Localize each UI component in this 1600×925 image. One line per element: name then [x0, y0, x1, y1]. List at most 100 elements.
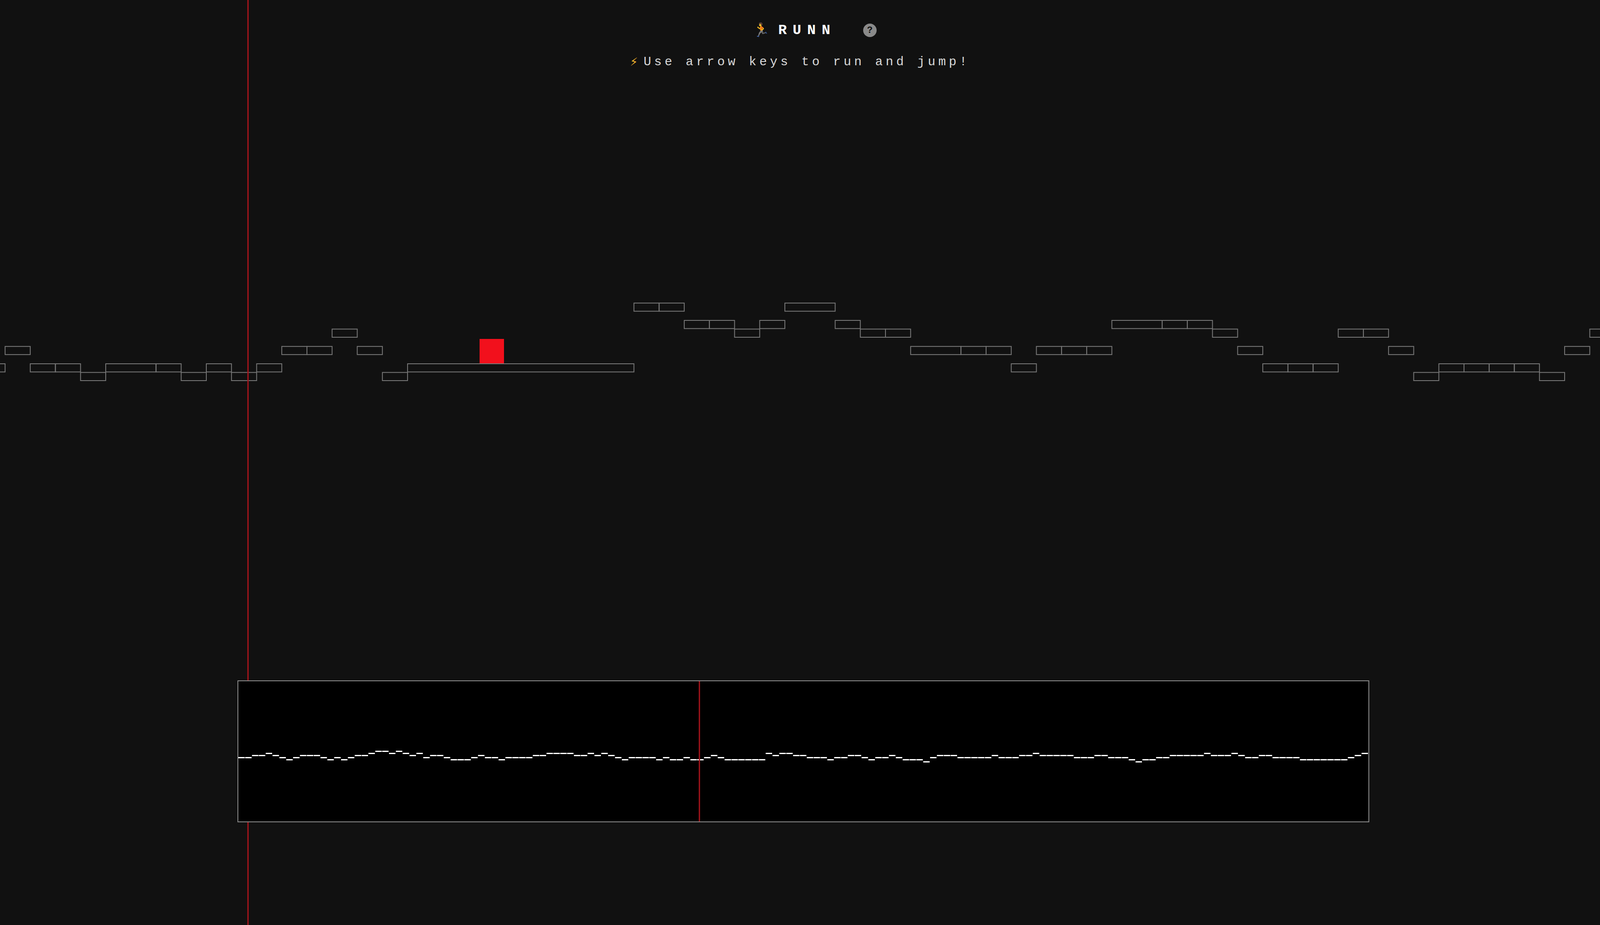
platform: [1237, 346, 1263, 355]
minimap-segment: [943, 754, 950, 757]
platform: [1112, 320, 1163, 329]
minimap-segment: [635, 757, 642, 759]
minimap-segment: [978, 757, 985, 759]
minimap-segment: [1114, 757, 1122, 759]
minimap-segment: [1361, 752, 1368, 755]
minimap-segment: [1265, 754, 1272, 757]
runner-icon: 🏃: [752, 21, 770, 39]
header: 🏃RUNN?⚡Use arrow keys to run and jump!: [629, 0, 970, 70]
minimap-segment: [553, 752, 560, 755]
minimap-segment: [984, 757, 992, 759]
platform: [1288, 363, 1314, 372]
player: [479, 338, 504, 364]
minimap-segment: [848, 754, 855, 757]
platform: [1438, 363, 1464, 372]
minimap-segment: [306, 754, 314, 757]
help-button[interactable]: ?: [863, 23, 877, 38]
minimap-segment: [416, 752, 423, 755]
minimap-segment: [779, 752, 786, 755]
minimap-segment: [710, 754, 718, 757]
platform: [634, 303, 660, 312]
minimap-marker: [698, 681, 701, 822]
minimap-segment: [909, 759, 916, 761]
platform: [684, 320, 710, 329]
minimap-segment: [1238, 754, 1245, 757]
minimap-segment: [471, 757, 478, 759]
platform: [357, 346, 383, 355]
minimap-segment: [1039, 754, 1046, 757]
minimap-segment: [1005, 757, 1012, 759]
minimap-segment: [1210, 754, 1218, 757]
minimap-segment: [916, 759, 923, 761]
minimap-segment: [971, 757, 978, 759]
minimap: [237, 680, 1370, 823]
minimap-segment: [1162, 757, 1170, 759]
platform: [231, 372, 257, 381]
minimap-segment: [1245, 757, 1252, 759]
minimap-segment: [382, 750, 389, 752]
minimap-segment: [861, 757, 868, 759]
minimap-segment: [457, 759, 464, 761]
minimap-segment: [1306, 759, 1314, 761]
minimap-segment: [334, 757, 341, 759]
platform: [382, 372, 408, 381]
minimap-segment: [991, 754, 998, 757]
minimap-segment: [532, 754, 539, 757]
minimap-segment: [936, 754, 944, 757]
platform: [835, 320, 861, 329]
minimap-segment: [1327, 759, 1334, 761]
minimap-segment: [450, 759, 457, 761]
platform: [885, 329, 911, 338]
minimap-segment: [601, 752, 608, 755]
platform: [1388, 346, 1414, 355]
minimap-segment: [1299, 759, 1307, 761]
minimap-segment: [341, 759, 348, 761]
platform: [784, 303, 835, 312]
minimap-segment: [265, 752, 272, 755]
minimap-segment: [793, 754, 800, 757]
minimap-segment: [745, 759, 752, 761]
platform: [1589, 329, 1600, 338]
minimap-segment: [608, 754, 615, 757]
minimap-segment: [697, 759, 704, 761]
minimap-segment: [669, 759, 677, 761]
minimap-segment: [573, 754, 581, 757]
minimap-segment: [580, 754, 587, 757]
minimap-segment: [1204, 752, 1211, 755]
minimap-segment: [505, 757, 512, 759]
minimap-segment: [786, 752, 793, 755]
minimap-segment: [772, 754, 779, 757]
platform: [1061, 346, 1087, 355]
platform: [281, 346, 307, 355]
platform: [986, 346, 1012, 355]
minimap-segment: [1060, 754, 1067, 757]
minimap-segment: [1231, 752, 1238, 755]
minimap-segment: [1272, 757, 1279, 759]
minimap-segment: [272, 754, 279, 757]
minimap-segment: [1224, 754, 1231, 757]
minimap-segment: [690, 759, 697, 761]
minimap-segment: [834, 757, 841, 759]
platform: [1036, 346, 1062, 355]
minimap-segment: [1354, 754, 1361, 757]
minimap-segment: [512, 757, 519, 759]
minimap-segment: [731, 759, 738, 761]
minimap-segment: [758, 759, 766, 761]
minimap-segment: [1026, 754, 1033, 757]
platform: [1539, 372, 1565, 381]
minimap-segment: [1156, 757, 1163, 759]
minimap-segment: [1313, 759, 1320, 761]
minimap-segment: [752, 759, 759, 761]
instructions: ⚡Use arrow keys to run and jump!: [629, 53, 970, 70]
minimap-segment: [1197, 754, 1204, 757]
platform: [1464, 363, 1490, 372]
minimap-segment: [238, 757, 245, 759]
minimap-segment: [717, 757, 725, 759]
minimap-segment: [245, 757, 252, 759]
minimap-segment: [1169, 754, 1176, 757]
minimap-segment: [1018, 754, 1026, 757]
platform: [30, 363, 56, 372]
minimap-segment: [395, 750, 403, 752]
minimap-segment: [840, 757, 848, 759]
minimap-segment: [1032, 752, 1040, 755]
